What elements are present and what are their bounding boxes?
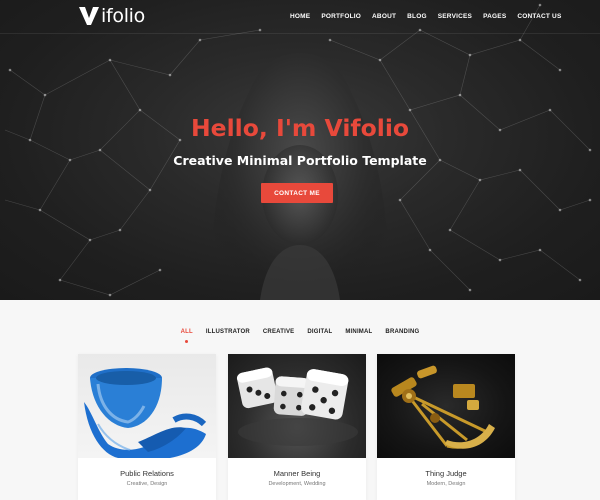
hero-title: Hello, I'm Vifolio [190, 114, 410, 142]
brand-logo[interactable]: ifolio [78, 6, 145, 26]
active-filter-dot [185, 340, 189, 343]
nav-services[interactable]: SERVICES [438, 12, 472, 22]
card-image-blue-bowl [78, 354, 216, 458]
card-image-sextant [377, 354, 515, 458]
hooded-person-image [210, 52, 390, 300]
hero-subtitle: Creative Minimal Portfolio Template [173, 153, 427, 168]
dice-image [236, 367, 358, 446]
card-meta: Development, Wedding [268, 481, 326, 487]
contact-me-button[interactable]: CONTACT ME [261, 183, 333, 203]
hero-section: ifolio HOME PORTFOLIO ABOUT BLOG SERVICE… [0, 0, 600, 300]
filter-all-label: ALL [180, 329, 193, 335]
nav-about[interactable]: ABOUT [372, 12, 396, 22]
card-title[interactable]: Manner Being [228, 469, 366, 478]
nav-portfolio[interactable]: PORTFOLIO [321, 12, 361, 22]
brand-name: ifolio [101, 5, 145, 27]
filter-illustrator[interactable]: ILLUSTRATOR [206, 329, 250, 335]
nav-contact-us[interactable]: CONTACT US [517, 12, 561, 22]
card-title[interactable]: Public Relations [78, 469, 216, 478]
portfolio-filters: ALL ILLUSTRATOR CREATIVE DIGITAL MINIMAL… [0, 329, 600, 343]
logo-v-icon [79, 7, 99, 25]
filter-minimal[interactable]: MINIMAL [345, 329, 372, 335]
nav-home[interactable]: HOME [290, 12, 310, 22]
filter-all[interactable]: ALL [180, 329, 193, 343]
filter-branding[interactable]: BRANDING [385, 329, 419, 335]
portfolio-card[interactable]: Manner Being Development, Wedding [228, 354, 366, 500]
card-title[interactable]: Thing Judge [377, 469, 515, 478]
nav-pages[interactable]: PAGES [483, 12, 506, 22]
filter-creative[interactable]: CREATIVE [263, 329, 295, 335]
sextant-image [391, 365, 495, 449]
main-nav: HOME PORTFOLIO ABOUT BLOG SERVICES PAGES… [290, 12, 573, 22]
blue-bowl-cloth-image [84, 368, 207, 458]
card-meta: Modern, Design [426, 481, 466, 487]
top-navbar: ifolio HOME PORTFOLIO ABOUT BLOG SERVICE… [0, 0, 600, 34]
filter-digital[interactable]: DIGITAL [307, 329, 332, 335]
card-image-dice [228, 354, 366, 458]
portfolio-card[interactable]: Thing Judge Modern, Design [377, 354, 515, 500]
nav-blog[interactable]: BLOG [407, 12, 427, 22]
card-meta: Creative, Design [126, 481, 168, 487]
portfolio-card[interactable]: Public Relations Creative, Design [78, 354, 216, 500]
